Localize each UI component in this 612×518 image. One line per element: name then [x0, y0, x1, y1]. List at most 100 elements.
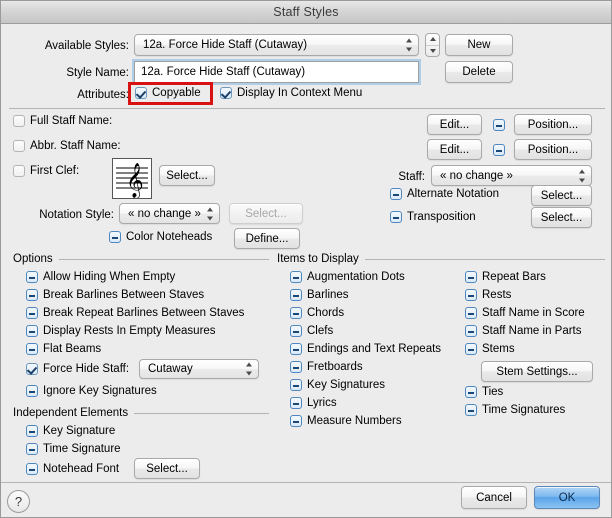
item-label: Measure Numbers [307, 415, 402, 427]
checkbox-mixed-icon [290, 343, 302, 355]
alternate-notation-checkbox[interactable]: Alternate Notation [390, 188, 499, 200]
divider-footer [1, 482, 611, 483]
item-rests[interactable]: Rests [465, 289, 511, 301]
style-name-value: 12a. Force Hide Staff (Cutaway) [141, 66, 306, 78]
stem-settings-button[interactable]: Stem Settings... [481, 361, 593, 382]
independent-elements-group-header: Independent Elements [13, 407, 269, 419]
checkbox-mixed-icon [26, 307, 38, 319]
copyable-checkbox[interactable]: Copyable [135, 87, 201, 99]
staff-popup[interactable]: « no change » [431, 165, 592, 186]
item-label: Stems [482, 343, 515, 355]
transposition-select-button[interactable]: Select... [531, 207, 592, 228]
item-stems[interactable]: Stems [465, 343, 515, 355]
abbr-staff-name-position-button[interactable]: Position... [514, 139, 592, 160]
abbr-staff-name-mixed-icon[interactable] [493, 144, 505, 156]
first-clef-select-label: Select... [166, 169, 208, 182]
define-button[interactable]: Define... [234, 228, 300, 249]
item-staff-name-in-score[interactable]: Staff Name in Score [465, 307, 585, 319]
checkbox-unchecked-icon [13, 165, 25, 177]
checkbox-mixed-icon [465, 271, 477, 283]
color-noteheads-checkbox[interactable]: Color Noteheads [109, 231, 212, 243]
checkbox-unchecked-icon [13, 115, 25, 127]
stepper-up-icon[interactable] [426, 34, 439, 46]
option-allow-hiding-when-empty[interactable]: Allow Hiding When Empty [26, 271, 175, 283]
staff-value: « no change » [440, 169, 513, 182]
checkbox-checked-icon [220, 87, 232, 99]
checkbox-mixed-icon [26, 425, 38, 437]
cancel-button[interactable]: Cancel [461, 486, 527, 509]
stepper-down-icon[interactable] [426, 46, 439, 57]
item-label: Fretboards [307, 361, 363, 373]
item-repeat-bars[interactable]: Repeat Bars [465, 271, 546, 283]
item-clefs[interactable]: Clefs [290, 325, 333, 337]
option-display-rests-in-empty-measures[interactable]: Display Rests In Empty Measures [26, 325, 216, 337]
option-break-barlines-between-staves[interactable]: Break Barlines Between Staves [26, 289, 204, 301]
notation-style-popup[interactable]: « no change » [119, 203, 220, 224]
new-button[interactable]: New [445, 34, 513, 56]
independent-time-signature[interactable]: Time Signature [26, 443, 121, 455]
delete-button[interactable]: Delete [445, 61, 513, 83]
staff-styles-dialog: Staff Styles Available Styles: 12a. Forc… [0, 0, 612, 518]
option-label: Break Barlines Between Staves [43, 289, 205, 301]
checkbox-mixed-icon [465, 325, 477, 337]
item-label: Staff Name in Parts [482, 325, 582, 337]
first-clef-select-button[interactable]: Select... [159, 165, 215, 186]
full-staff-name-checkbox[interactable]: Full Staff Name: [13, 115, 112, 127]
checkbox-unchecked-icon [13, 140, 25, 152]
full-staff-name-mixed-icon[interactable] [493, 119, 505, 131]
item-lyrics[interactable]: Lyrics [290, 397, 337, 409]
option-flat-beams[interactable]: Flat Beams [26, 343, 101, 355]
item-ties[interactable]: Ties [465, 386, 503, 398]
divider-top [9, 108, 605, 109]
first-clef-label: First Clef: [30, 165, 80, 177]
force-hide-staff-popup[interactable]: Cutaway [139, 359, 259, 379]
notehead-font-select-button[interactable]: Select... [134, 458, 200, 479]
checkbox-mixed-icon [26, 271, 38, 283]
chevron-updown-icon [206, 207, 213, 220]
notation-style-select-button[interactable]: Select... [229, 203, 303, 224]
item-measure-numbers[interactable]: Measure Numbers [290, 415, 402, 427]
abbr-staff-name-edit-button[interactable]: Edit... [427, 139, 482, 160]
available-styles-label: Available Styles: [44, 40, 129, 52]
style-name-label: Style Name: [66, 67, 129, 79]
independent-notehead-font[interactable]: Notehead Font [26, 463, 119, 475]
item-augmentation-dots[interactable]: Augmentation Dots [290, 271, 405, 283]
available-styles-popup[interactable]: 12a. Force Hide Staff (Cutaway) [134, 34, 419, 56]
style-name-input[interactable]: 12a. Force Hide Staff (Cutaway) [134, 61, 419, 83]
checkbox-mixed-icon [26, 463, 38, 475]
item-time-signatures[interactable]: Time Signatures [465, 404, 565, 416]
new-button-label: New [467, 39, 491, 51]
treble-clef-icon: 𝄞 [116, 163, 148, 198]
ok-button[interactable]: OK [534, 486, 600, 509]
item-label: Lyrics [307, 397, 337, 409]
abbr-staff-name-checkbox[interactable]: Abbr. Staff Name: [13, 140, 121, 152]
item-barlines[interactable]: Barlines [290, 289, 349, 301]
full-staff-name-position-button[interactable]: Position... [514, 114, 592, 135]
item-endings-and-text-repeats[interactable]: Endings and Text Repeats [290, 343, 441, 355]
checkbox-mixed-icon [465, 404, 477, 416]
help-glyph: ? [14, 494, 23, 509]
alternate-notation-select-button[interactable]: Select... [531, 185, 592, 206]
option-label: Allow Hiding When Empty [43, 271, 176, 283]
option-label: Flat Beams [43, 343, 102, 355]
full-staff-name-edit-button[interactable]: Edit... [427, 114, 482, 135]
first-clef-checkbox[interactable]: First Clef: [13, 165, 79, 177]
help-button[interactable]: ? [7, 490, 30, 513]
transposition-select-label: Select... [540, 211, 583, 224]
item-key-signatures[interactable]: Key Signatures [290, 379, 385, 391]
display-in-context-menu-checkbox[interactable]: Display In Context Menu [220, 87, 362, 99]
available-styles-stepper[interactable] [425, 33, 440, 57]
item-chords[interactable]: Chords [290, 307, 344, 319]
item-staff-name-in-parts[interactable]: Staff Name in Parts [465, 325, 582, 337]
option-break-repeat-barlines-between-staves[interactable]: Break Repeat Barlines Between Staves [26, 307, 244, 319]
option-label: Break Repeat Barlines Between Staves [43, 307, 245, 319]
transposition-checkbox[interactable]: Transposition [390, 211, 476, 223]
checkbox-checked-icon [135, 87, 147, 99]
option-force-hide-staff[interactable]: Force Hide Staff: [26, 363, 129, 375]
option-ignore-key-signatures[interactable]: Ignore Key Signatures [26, 385, 157, 397]
independent-key-signature[interactable]: Key Signature [26, 425, 115, 437]
checkbox-mixed-icon [26, 325, 38, 337]
item-fretboards[interactable]: Fretboards [290, 361, 363, 373]
ok-button-label: OK [558, 491, 576, 504]
first-clef-preview: 𝄞 [112, 158, 152, 199]
